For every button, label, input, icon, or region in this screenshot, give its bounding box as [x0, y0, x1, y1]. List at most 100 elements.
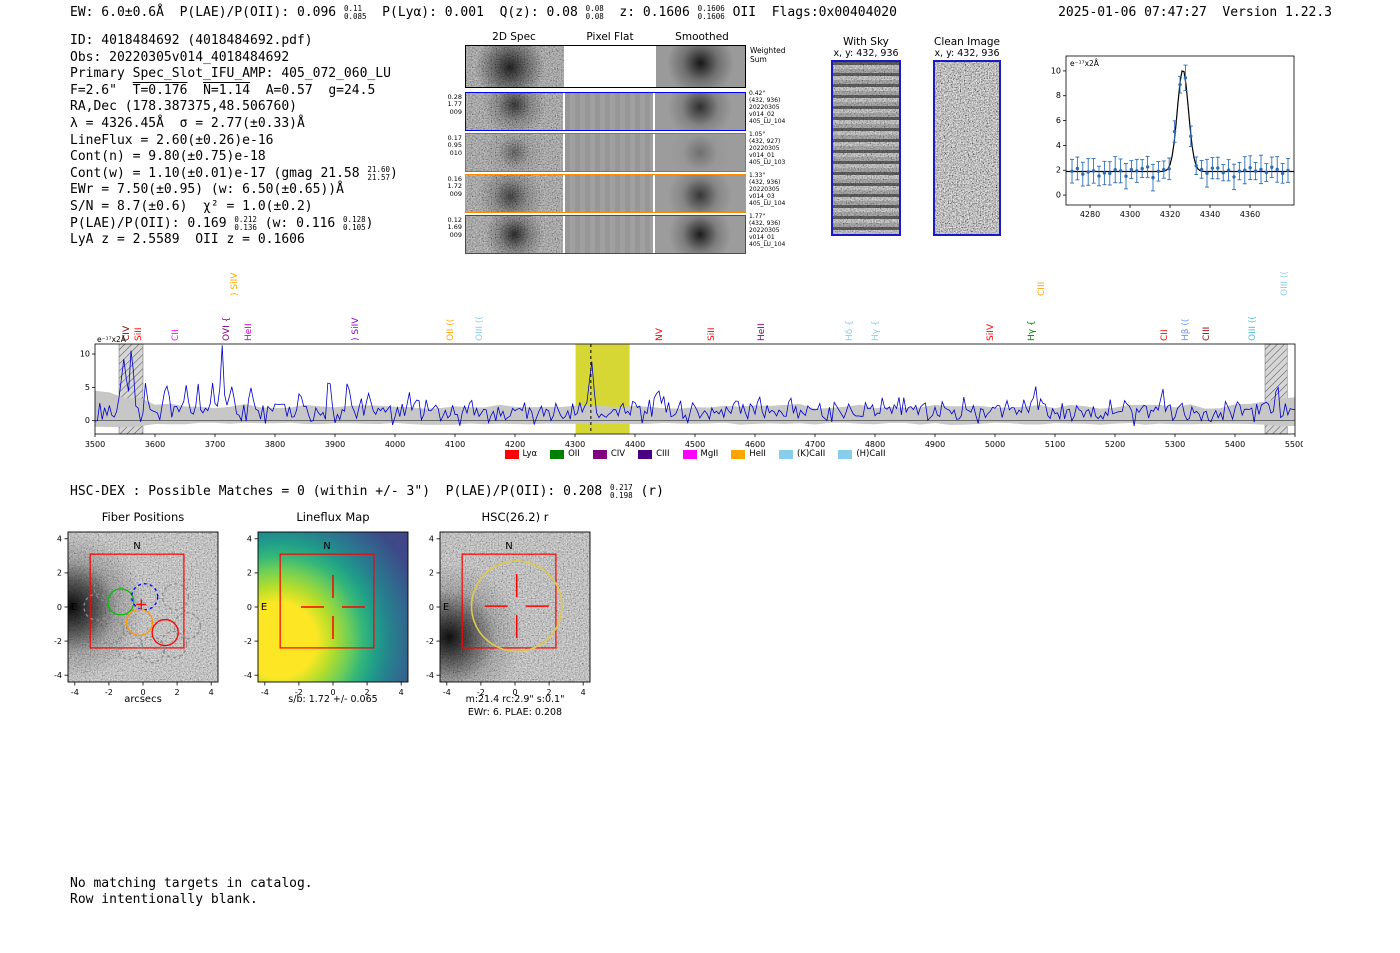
error-band — [95, 391, 1295, 427]
cutout-row-weighted — [465, 45, 746, 88]
sup-sub-value: 0.2170.198 — [610, 484, 633, 500]
cutout-cell — [466, 175, 563, 212]
ifu-footprint-square — [280, 554, 374, 648]
cutout-col-header: Smoothed — [675, 31, 729, 43]
svg-text:5000: 5000 — [985, 440, 1005, 449]
text-segment: A=0.57 g=24.5 — [250, 83, 375, 98]
info-line: LyA z = 2.5589 OII z = 0.1606 — [70, 232, 398, 249]
svg-text:0: 0 — [1056, 191, 1061, 200]
text-segment: LineFlux = 2.60(±0.26)e-16 — [70, 133, 274, 148]
svg-text:0: 0 — [140, 688, 145, 697]
svg-text:2: 2 — [57, 569, 62, 578]
legend-swatch — [779, 450, 793, 459]
withsky-image — [831, 60, 901, 236]
text-segment: LyA z = 2.5589 OII z = 0.1606 — [70, 232, 305, 247]
svg-text:2: 2 — [175, 688, 180, 697]
emission-line-label: HeII — [757, 323, 767, 341]
compass-east-label: E — [443, 602, 449, 613]
text-segment: ) — [366, 216, 374, 231]
text-segment: Cont(w) = 1.10(±0.01)e-17 (gmag 21.58 — [70, 166, 367, 181]
svg-text:4280: 4280 — [1080, 210, 1100, 219]
info-line: Primary Spec_Slot_IFU_AMP: 405_072_060_L… — [70, 66, 398, 83]
info-line: LineFlux = 2.60(±0.26)e-16 — [70, 133, 398, 150]
emission-line-label: OIII (( — [1280, 271, 1290, 296]
hsc-cutout-title: HSC(26.2) r — [482, 510, 549, 524]
emission-line-label: OIII (( — [475, 316, 485, 341]
svg-text:4: 4 — [247, 535, 252, 544]
emission-line-label: SiII — [134, 327, 144, 341]
text-segment: ID: 4018484692 (4018484692.pdf) — [70, 33, 313, 48]
fiber-row-left-stats: 0.281.77009 — [436, 94, 462, 116]
svg-text:0: 0 — [247, 603, 252, 612]
cutout-cell — [655, 216, 745, 253]
text-segment: F=2.6" — [70, 83, 133, 98]
text-segment: Cont(n) = 9.80(±0.75)e-18 — [70, 149, 266, 164]
svg-text:4200: 4200 — [505, 440, 525, 449]
svg-text:-4: -4 — [426, 671, 434, 680]
svg-text:4800: 4800 — [865, 440, 885, 449]
legend-item: (H)CaII — [838, 449, 885, 459]
fiber-row-right-meta: 1.33"(432, 936)20220305v014_03405_LU_104 — [749, 173, 801, 208]
text-segment: P(Lyα): 0.001 Q(z): 0.08 — [367, 5, 586, 20]
info-line: λ = 4326.45Å σ = 2.77(±0.33)Å — [70, 116, 398, 133]
cleanimage-coords: x, y: 432, 936 — [934, 48, 999, 59]
cutout-row-fiber — [465, 215, 746, 254]
footer-line-2: Row intentionally blank. — [70, 892, 258, 909]
text-segment — [187, 83, 203, 98]
text-segment: T=0.176 — [133, 83, 188, 98]
svg-text:0: 0 — [429, 603, 434, 612]
svg-text:5500: 5500 — [1285, 440, 1303, 449]
emission-line-label: OVI { — [222, 317, 232, 341]
svg-text:2: 2 — [247, 569, 252, 578]
fiber-row-right-meta: 0.42"(432, 936)20220305v014_02405_LU_104 — [749, 91, 801, 126]
legend-label: HeII — [749, 449, 766, 459]
source-blob — [655, 216, 745, 253]
weighted-sum-label: WeightedSum — [750, 47, 786, 64]
sup-sub-value: 21.6021.57 — [367, 166, 390, 182]
svg-text:3700: 3700 — [205, 440, 225, 449]
text-segment: OII Flags:0x00404020 — [725, 5, 897, 20]
emission-line-label: CII — [171, 329, 181, 341]
text-segment: (w: 0.116 — [257, 216, 343, 231]
timestamp-version: 2025-01-06 07:47:27 Version 1.22.3 — [1058, 5, 1332, 22]
svg-text:5200: 5200 — [1105, 440, 1125, 449]
svg-text:4300: 4300 — [565, 440, 585, 449]
text-segment: EWr = 7.50(±0.95) (w: 6.50(±0.65))Å — [70, 182, 344, 197]
svg-text:5400: 5400 — [1225, 440, 1245, 449]
sky-stripe-overlay — [833, 62, 899, 234]
info-line: RA,Dec (178.387375,48.506760) — [70, 99, 398, 116]
legend-item: CIV — [593, 449, 625, 459]
fiber-circle — [98, 618, 124, 644]
svg-text:10: 10 — [80, 350, 90, 359]
svg-text:2: 2 — [1056, 166, 1061, 175]
svg-text:5300: 5300 — [1165, 440, 1185, 449]
text-segment: EW: 6.0±0.6Å P(LAE)/P(OII): 0.096 — [70, 5, 344, 20]
info-line: EWr = 7.50(±0.95) (w: 6.50(±0.65))Å — [70, 182, 398, 199]
info-line: ID: 4018484692 (4018484692.pdf) — [70, 33, 398, 50]
fiber-circle — [108, 589, 134, 615]
cutout-cell — [466, 46, 564, 87]
svg-text:5100: 5100 — [1045, 440, 1065, 449]
svg-text:4: 4 — [209, 688, 214, 697]
svg-text:-2: -2 — [54, 637, 62, 646]
sup-sub-value: 0.080.08 — [586, 5, 604, 21]
spectrum-legend: LyαOIICIVCIIIMgIIHeII(K)CaII(H)CaII — [95, 449, 1295, 459]
hsc-cutout-overlay: -4-4-2-2002244NE — [412, 527, 602, 702]
source-blob — [656, 46, 745, 87]
svg-text:2: 2 — [365, 688, 370, 697]
emission-line-label: CII — [1160, 329, 1170, 341]
info-line: F=2.6" T=0.176 N=1.14 A=0.57 g=24.5 — [70, 83, 398, 100]
emission-line-label: ) SiIV — [230, 273, 240, 296]
svg-text:3600: 3600 — [145, 440, 165, 449]
elixer-report-page: EW: 6.0±0.6Å P(LAE)/P(OII): 0.096 0.110.… — [0, 0, 1400, 953]
cutout-cell — [655, 134, 745, 171]
svg-text:4: 4 — [57, 535, 62, 544]
cutout-cell — [565, 216, 653, 253]
source-blob — [655, 93, 745, 130]
cutout-cell — [565, 93, 653, 130]
emission-line-label: Hγ { — [1027, 320, 1037, 341]
emission-line-label: NV — [655, 328, 665, 341]
text-segment: HSC-DEX : Possible Matches = 0 (within +… — [70, 484, 610, 499]
svg-text:0: 0 — [57, 603, 62, 612]
legend-item: HeII — [731, 449, 766, 459]
